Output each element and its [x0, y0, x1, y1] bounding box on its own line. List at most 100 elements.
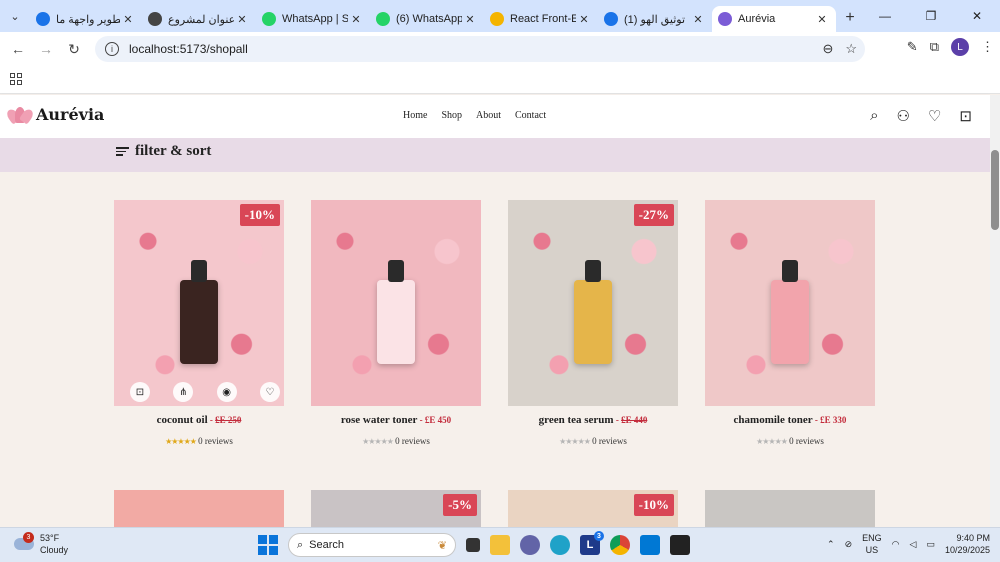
search-highlight-icon: ❦	[437, 539, 447, 552]
product-image[interactable]: -10%	[508, 490, 678, 530]
eyedropper-icon[interactable]: ✎	[907, 39, 918, 55]
terminal-icon[interactable]	[670, 535, 690, 555]
forward-arrow-icon[interactable]: →	[32, 41, 60, 57]
browser-tab[interactable]: React Front-En✕	[484, 6, 598, 32]
browser-toolbar: ← → ↻ i localhost:5173/shopall ⊖ ☆ ✎ ⧉ L…	[0, 32, 1000, 66]
bookmark-star-icon[interactable]: ☆	[845, 41, 857, 57]
product-card[interactable]: -10% ⊡ ⋔ ◉ ♡ coconut oil - £E 250 ★★★★★ 0 revi…	[114, 200, 284, 446]
cart-bag-icon[interactable]: ⊡	[959, 107, 972, 125]
wifi-icon[interactable]: ◠	[892, 539, 900, 550]
teams-icon[interactable]	[520, 535, 540, 555]
product-card[interactable]	[114, 490, 284, 530]
new-tab-button[interactable]: +	[836, 9, 864, 27]
wishlist-heart-icon[interactable]: ♡	[928, 107, 941, 125]
browser-tab[interactable]: (6) WhatsApp ✕	[370, 6, 484, 32]
minimize-icon[interactable]: —	[862, 9, 908, 23]
nav-shop[interactable]: Shop	[441, 110, 462, 121]
review-count: 0 reviews	[592, 436, 627, 446]
start-windows-icon[interactable]	[258, 535, 278, 555]
scrollbar-thumb[interactable]	[991, 150, 999, 230]
tab-close-icon[interactable]: ✕	[690, 13, 706, 26]
product-image[interactable]	[311, 200, 481, 406]
volume-icon[interactable]: ◁	[910, 539, 917, 550]
product-image[interactable]	[705, 490, 875, 530]
taskbar-search[interactable]: ⌕ Search ❦	[288, 533, 456, 557]
close-window-icon[interactable]: ✕	[954, 9, 1000, 23]
product-image[interactable]: -10% ⊡ ⋔ ◉ ♡	[114, 200, 284, 406]
product-price: £E 250	[215, 415, 242, 425]
product-card[interactable]: -5%	[311, 490, 481, 530]
maximize-icon[interactable]: ❐	[908, 9, 954, 23]
extensions-icon[interactable]: ⧉	[930, 39, 939, 55]
tab-favicon-icon	[148, 12, 162, 26]
file-explorer-icon[interactable]	[490, 535, 510, 555]
tab-close-icon[interactable]: ✕	[234, 13, 250, 26]
tab-search-chevron-icon[interactable]: ⌄	[0, 0, 30, 32]
account-icon[interactable]: ⚇	[897, 107, 910, 125]
language-indicator[interactable]: ENG US	[862, 532, 882, 556]
product-title[interactable]: rose water toner - £E 450	[311, 414, 481, 426]
nav-contact[interactable]: Contact	[515, 110, 546, 121]
tab-close-icon[interactable]: ✕	[814, 13, 830, 26]
product-card[interactable]	[705, 490, 875, 530]
product-title[interactable]: chamomile toner - £E 330	[705, 414, 875, 426]
browser-tab[interactable]: WhatsApp | Se ✕	[256, 6, 370, 32]
tab-close-icon[interactable]: ✕	[348, 13, 364, 26]
filter-lines-icon	[116, 145, 129, 158]
network-off-icon[interactable]: ⊘	[845, 539, 853, 550]
url-text: localhost:5173/shopall	[129, 42, 248, 56]
filter-sort-button[interactable]: filter & sort	[116, 143, 211, 160]
page-scrollbar[interactable]	[990, 95, 1000, 527]
product-card[interactable]: -10%	[508, 490, 678, 530]
vscode-icon[interactable]	[640, 535, 660, 555]
product-bottle-cap	[585, 260, 601, 282]
tab-close-icon[interactable]: ✕	[462, 13, 478, 26]
taskbar-app-l-icon[interactable]: L3	[580, 531, 604, 555]
battery-icon[interactable]: ▭	[926, 539, 935, 550]
tab-close-icon[interactable]: ✕	[120, 13, 136, 26]
tray-chevron-icon[interactable]: ⌃	[827, 539, 835, 550]
zoom-icon[interactable]: ⊖	[822, 41, 833, 57]
product-image[interactable]	[705, 200, 875, 406]
browser-tab[interactable]: تطوير واجهة ما ✕	[30, 6, 142, 32]
chrome-icon[interactable]	[610, 535, 630, 555]
browser-tab[interactable]: عنوان لمشروع ✕	[142, 6, 256, 32]
task-view-icon[interactable]	[466, 538, 480, 552]
address-bar[interactable]: i localhost:5173/shopall ⊖ ☆	[95, 36, 865, 62]
add-to-cart-icon[interactable]: ⊡	[130, 382, 150, 402]
clock[interactable]: 9:40 PM 10/29/2025	[945, 532, 990, 556]
nav-home[interactable]: Home	[403, 110, 427, 121]
site-info-icon[interactable]: i	[105, 42, 119, 56]
product-card[interactable]: rose water toner - £E 450 ★★★★★ 0 reviews	[311, 200, 481, 446]
brand-logo[interactable]: Aurévia	[4, 105, 104, 125]
product-image[interactable]	[114, 490, 284, 530]
product-card[interactable]: -27% green tea serum - £E 440 ★★★★★ 0 revi…	[508, 200, 678, 446]
search-icon[interactable]: ⌕	[870, 107, 878, 125]
apps-grid-icon[interactable]	[10, 73, 22, 85]
product-title[interactable]: green tea serum - £E 440	[508, 414, 678, 426]
price-separator: -	[207, 415, 216, 425]
browser-menu-icon[interactable]: ⋮	[981, 39, 994, 55]
weather-widget[interactable]: 3 53°F Cloudy	[14, 532, 68, 556]
product-image[interactable]: -27%	[508, 200, 678, 406]
product-title[interactable]: coconut oil - £E 250	[114, 414, 284, 426]
reload-icon[interactable]: ↻	[60, 41, 88, 58]
quick-view-eye-icon[interactable]: ◉	[216, 382, 237, 402]
profile-avatar[interactable]: L	[951, 38, 969, 56]
review-count: 0 reviews	[789, 436, 824, 446]
tab-title: Aurévia	[738, 13, 776, 25]
discount-badge: -5%	[443, 494, 477, 516]
product-bottle	[377, 280, 415, 364]
share-icon[interactable]: ⋔	[173, 382, 194, 402]
edge-icon[interactable]	[550, 535, 570, 555]
rating-stars-icon: ★★★★★	[165, 437, 197, 446]
product-card[interactable]: chamomile toner - £E 330 ★★★★★ 0 reviews	[705, 200, 875, 446]
tab-close-icon[interactable]: ✕	[576, 13, 592, 26]
product-price: £E 440	[621, 415, 648, 425]
browser-tab[interactable]: (1) توثيق الهو ✕	[598, 6, 712, 32]
wishlist-heart-icon[interactable]: ♡	[259, 382, 280, 402]
nav-about[interactable]: About	[476, 110, 501, 121]
back-arrow-icon[interactable]: ←	[4, 41, 32, 57]
product-image[interactable]: -5%	[311, 490, 481, 530]
browser-tab[interactable]: Aurévia ✕	[712, 6, 836, 32]
